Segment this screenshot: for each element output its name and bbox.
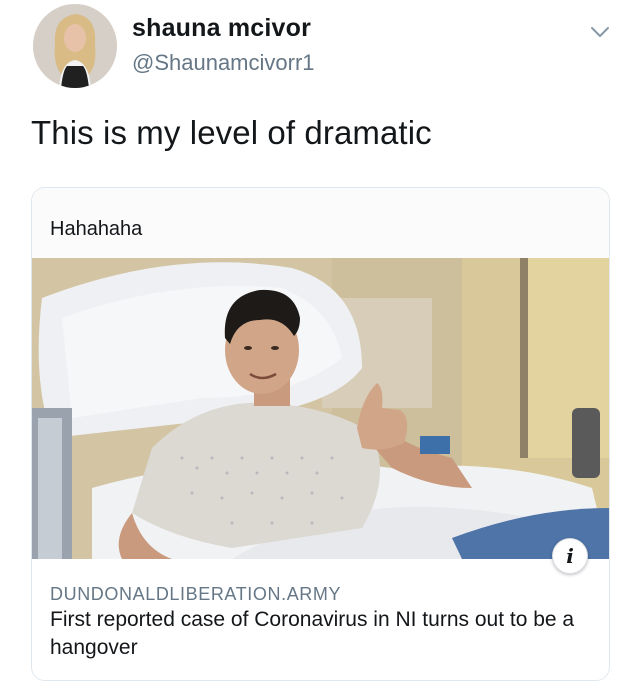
tweet: shauna mcivor @Shaunamcivorr1 This is my… xyxy=(0,0,640,681)
tweet-text: This is my level of dramatic xyxy=(31,114,432,151)
display-name[interactable]: shauna mcivor xyxy=(132,14,311,43)
hospital-photo xyxy=(32,258,609,559)
info-icon[interactable]: i xyxy=(552,538,588,574)
card-header: Hahahaha xyxy=(32,188,609,258)
card-snippet: Hahahaha xyxy=(50,218,143,240)
card-image[interactable] xyxy=(32,258,609,559)
user-handle[interactable]: @Shaunamcivorr1 xyxy=(132,50,315,76)
chevron-down-icon[interactable] xyxy=(588,20,612,44)
card-domain[interactable]: DUNDONALDLIBERATION.ARMY xyxy=(50,584,341,605)
avatar-image xyxy=(33,4,117,88)
link-card[interactable]: Hahahaha i DUNDONALDLIBERATION.ARMY Firs… xyxy=(31,187,610,681)
card-title[interactable]: First reported case of Coronavirus in NI… xyxy=(50,606,595,662)
avatar[interactable] xyxy=(33,4,117,88)
